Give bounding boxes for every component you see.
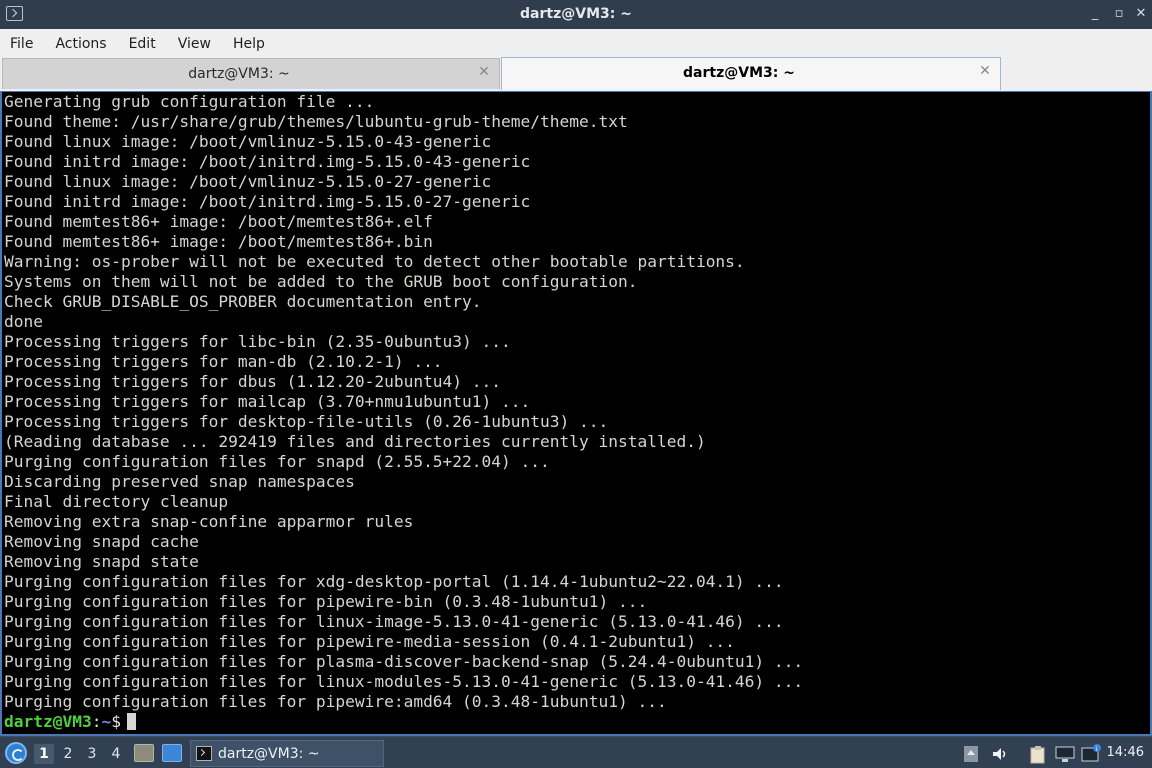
terminal-line: Purging configuration files for pipewire… bbox=[4, 632, 735, 651]
show-desktop-icon[interactable] bbox=[162, 744, 182, 762]
window-title: dartz@VM3: ~ bbox=[520, 6, 632, 22]
terminal-line: Purging configuration files for linux-im… bbox=[4, 612, 784, 631]
terminal-line: Generating grub configuration file ... bbox=[4, 92, 375, 111]
terminal-scrollbar[interactable] bbox=[1146, 92, 1150, 734]
terminal-line: Removing snapd state bbox=[4, 552, 199, 571]
desktop-4-button[interactable]: 4 bbox=[106, 744, 126, 764]
desktop-1-button[interactable]: 1 bbox=[34, 744, 54, 764]
menu-edit[interactable]: Edit bbox=[129, 36, 156, 52]
menu-view[interactable]: View bbox=[178, 36, 211, 52]
prompt-sign: $ bbox=[111, 712, 121, 731]
terminal-line: Final directory cleanup bbox=[4, 492, 229, 511]
terminal-line: Purging configuration files for xdg-desk… bbox=[4, 572, 784, 591]
terminal-line: (Reading database ... 292419 files and d… bbox=[4, 432, 706, 451]
taskbar-window-button[interactable]: dartz@VM3: ~ bbox=[190, 740, 384, 767]
clock[interactable]: 14:46 bbox=[1107, 745, 1144, 760]
terminal-line: Found linux image: /boot/vmlinuz-5.15.0-… bbox=[4, 172, 492, 191]
restore-button[interactable]: ▫ bbox=[1110, 5, 1128, 23]
terminal-line: Processing triggers for dbus (1.12.20-2u… bbox=[4, 372, 502, 391]
terminal-prompt[interactable]: dartz@VM3:~$ bbox=[4, 712, 803, 732]
desktop-2-button[interactable]: 2 bbox=[58, 744, 78, 764]
terminal-line: Purging configuration files for pipewire… bbox=[4, 592, 648, 611]
tab-bar: dartz@VM3: ~ ✕ dartz@VM3: ~ ✕ bbox=[0, 57, 1152, 91]
desktop-3-button[interactable]: 3 bbox=[82, 744, 102, 764]
terminal-line: Found initrd image: /boot/initrd.img-5.1… bbox=[4, 152, 531, 171]
tab-label: dartz@VM3: ~ bbox=[188, 66, 290, 82]
terminal-line: Found linux image: /boot/vmlinuz-5.15.0-… bbox=[4, 132, 492, 151]
prompt-path: ~ bbox=[101, 712, 112, 731]
taskbar: 1 2 3 4 dartz@VM3: ~ i 14:46 bbox=[0, 736, 1152, 768]
show-hidden-icon[interactable] bbox=[962, 744, 980, 764]
prompt-separator: : bbox=[91, 712, 102, 731]
file-manager-icon[interactable] bbox=[134, 744, 154, 762]
terminal-line: Processing triggers for mailcap (3.70+nm… bbox=[4, 392, 531, 411]
terminal-line: Purging configuration files for linux-mo… bbox=[4, 672, 804, 691]
prompt-user-host: dartz@VM3 bbox=[4, 712, 92, 731]
tab-terminal-2[interactable]: dartz@VM3: ~ ✕ bbox=[501, 57, 1001, 90]
terminal-line: Check GRUB_DISABLE_OS_PROBER documentati… bbox=[4, 292, 482, 311]
terminal-line: Purging configuration files for plasma-d… bbox=[4, 652, 804, 671]
terminal-line: Purging configuration files for pipewire… bbox=[4, 692, 667, 711]
close-button[interactable]: ✕ bbox=[1132, 5, 1150, 23]
terminal-line: Processing triggers for desktop-file-uti… bbox=[4, 412, 609, 431]
terminal-line: Warning: os-prober will not be executed … bbox=[4, 252, 745, 271]
window-title-bar[interactable]: dartz@VM3: ~ _ ▫ ✕ bbox=[0, 0, 1152, 29]
clipboard-icon[interactable] bbox=[1028, 744, 1048, 764]
tab-close-icon[interactable]: ✕ bbox=[477, 64, 491, 80]
terminal-line: Processing triggers for man-db (2.10.2-1… bbox=[4, 352, 443, 371]
start-menu-button[interactable] bbox=[5, 742, 27, 764]
menu-help[interactable]: Help bbox=[233, 36, 265, 52]
minimize-button[interactable]: _ bbox=[1086, 5, 1104, 23]
terminal-icon bbox=[196, 746, 212, 761]
terminal-line: Processing triggers for libc-bin (2.35-0… bbox=[4, 332, 511, 351]
text-cursor bbox=[126, 713, 136, 730]
terminal-line: Found initrd image: /boot/initrd.img-5.1… bbox=[4, 192, 531, 211]
terminal-line: Found memtest86+ image: /boot/memtest86+… bbox=[4, 212, 433, 231]
taskbar-window-label: dartz@VM3: ~ bbox=[218, 746, 320, 762]
terminal-line: Discarding preserved snap namespaces bbox=[4, 472, 355, 491]
terminal-line: Found theme: /usr/share/grub/themes/lubu… bbox=[4, 112, 628, 131]
tab-terminal-1[interactable]: dartz@VM3: ~ ✕ bbox=[2, 58, 500, 89]
menu-actions[interactable]: Actions bbox=[55, 36, 106, 52]
volume-icon[interactable] bbox=[990, 744, 1010, 764]
terminal-line: Removing extra snap-confine apparmor rul… bbox=[4, 512, 414, 531]
terminal-output: Generating grub configuration file ... Fo… bbox=[4, 92, 803, 732]
terminal-line: Removing snapd cache bbox=[4, 532, 199, 551]
network-icon[interactable] bbox=[1054, 744, 1076, 764]
terminal-line: done bbox=[4, 312, 43, 331]
terminal-view[interactable]: Generating grub configuration file ... Fo… bbox=[0, 91, 1152, 736]
tab-close-icon[interactable]: ✕ bbox=[978, 63, 992, 79]
terminal-line: Purging configuration files for snapd (2… bbox=[4, 452, 550, 471]
tab-label: dartz@VM3: ~ bbox=[683, 65, 795, 81]
terminal-line: Systems on them will not be added to the… bbox=[4, 272, 638, 291]
terminal-line: Found memtest86+ image: /boot/memtest86+… bbox=[4, 232, 433, 251]
menu-file[interactable]: File bbox=[10, 36, 33, 52]
menu-bar: File Actions Edit View Help bbox=[0, 29, 1152, 58]
notification-icon[interactable]: i bbox=[1080, 744, 1102, 764]
